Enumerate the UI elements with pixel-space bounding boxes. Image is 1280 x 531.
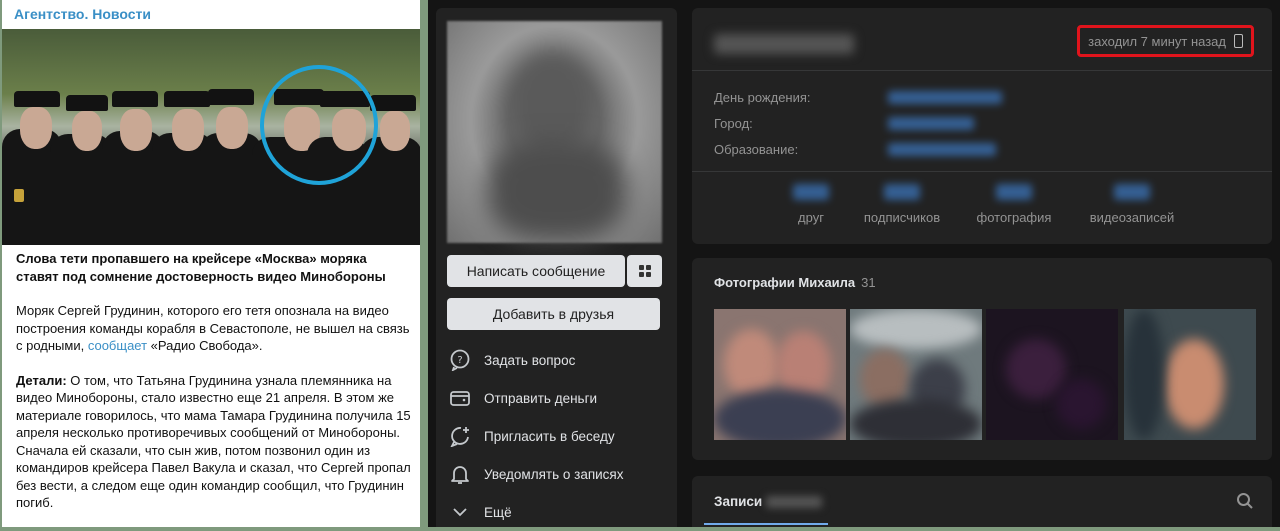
channel-name[interactable]: Агентство. Новости: [2, 0, 420, 29]
photo-thumbnail[interactable]: [714, 309, 846, 440]
profile-name-blurred: [714, 34, 854, 54]
divider: [692, 70, 1272, 71]
gifts-button[interactable]: [627, 255, 662, 287]
city-value-blurred[interactable]: [888, 117, 974, 130]
bell-icon: [448, 462, 472, 486]
mobile-phone-icon: [1234, 34, 1243, 48]
menu-item-send-money[interactable]: Отправить деньги: [448, 379, 668, 417]
avatar[interactable]: [447, 21, 662, 243]
profile-info-card: заходил 7 минут назад День рождения: Гор…: [692, 8, 1272, 244]
photo-thumbnail[interactable]: [850, 309, 982, 440]
divider: [692, 171, 1272, 172]
posts-count-blurred: [766, 496, 822, 508]
search-icon[interactable]: [1236, 492, 1254, 510]
menu-item-notify-posts[interactable]: Уведомлять о записях: [448, 455, 668, 493]
photos-title[interactable]: Фотографии Михаила 31: [714, 275, 876, 290]
photo-thumbnail[interactable]: [1124, 309, 1256, 440]
send-message-button[interactable]: Написать сообщение: [447, 255, 625, 287]
posts-card: Записи: [692, 476, 1272, 527]
profile-left-column: Написать сообщение Добавить в друзья ? З…: [436, 8, 677, 527]
label-education: Образование:: [714, 142, 799, 157]
profile-page: Написать сообщение Добавить в друзья ? З…: [428, 0, 1280, 527]
profile-counters: друг подписчиков фотография видеозаписей: [692, 184, 1272, 234]
chat-add-icon: [448, 424, 472, 448]
add-friend-button[interactable]: Добавить в друзья: [447, 298, 660, 330]
counter-photos[interactable]: фотография: [970, 184, 1058, 225]
news-paragraph-2: Детали: О том, что Татьяна Грудинина узн…: [16, 372, 411, 511]
highlight-circle: [260, 65, 378, 185]
news-photo[interactable]: [2, 29, 420, 245]
news-post: Агентство. Новости Слова тети пропавшего…: [2, 0, 420, 527]
question-bubble-icon: ?: [448, 348, 472, 372]
last-seen-status: заходил 7 минут назад: [1077, 25, 1254, 57]
news-text: Слова тети пропавшего на крейсере «Москв…: [16, 250, 412, 527]
source-link[interactable]: сообщает: [88, 338, 147, 353]
active-tab-indicator: [704, 523, 828, 525]
label-city: Город:: [714, 116, 753, 131]
menu-item-invite-chat[interactable]: Пригласить в беседу: [448, 417, 668, 455]
shoulder-patch: [14, 189, 24, 202]
wallet-icon: [448, 386, 472, 410]
birthday-value-blurred[interactable]: [888, 91, 1002, 104]
photo-thumbnail[interactable]: [986, 309, 1118, 440]
news-headline: Слова тети пропавшего на крейсере «Москв…: [16, 251, 386, 284]
menu-item-ask-question[interactable]: ? Задать вопрос: [448, 341, 668, 379]
tab-posts[interactable]: Записи: [714, 494, 762, 509]
news-paragraph-1: Моряк Сергей Грудинин, которого его тетя…: [16, 303, 410, 353]
counter-friends[interactable]: друг: [786, 184, 836, 225]
profile-actions-menu: ? Задать вопрос Отправить деньги Приглас…: [448, 341, 668, 531]
menu-item-more[interactable]: Ещё: [448, 493, 668, 531]
chevron-down-icon: [448, 500, 472, 524]
counter-followers[interactable]: подписчиков: [854, 184, 950, 225]
photos-card: Фотографии Михаила 31: [692, 258, 1272, 460]
label-birthday: День рождения:: [714, 90, 811, 105]
gift-icon: [638, 265, 651, 277]
svg-text:?: ?: [457, 355, 462, 366]
education-value-blurred[interactable]: [888, 143, 996, 156]
counter-videos[interactable]: видеозаписей: [1080, 184, 1184, 225]
